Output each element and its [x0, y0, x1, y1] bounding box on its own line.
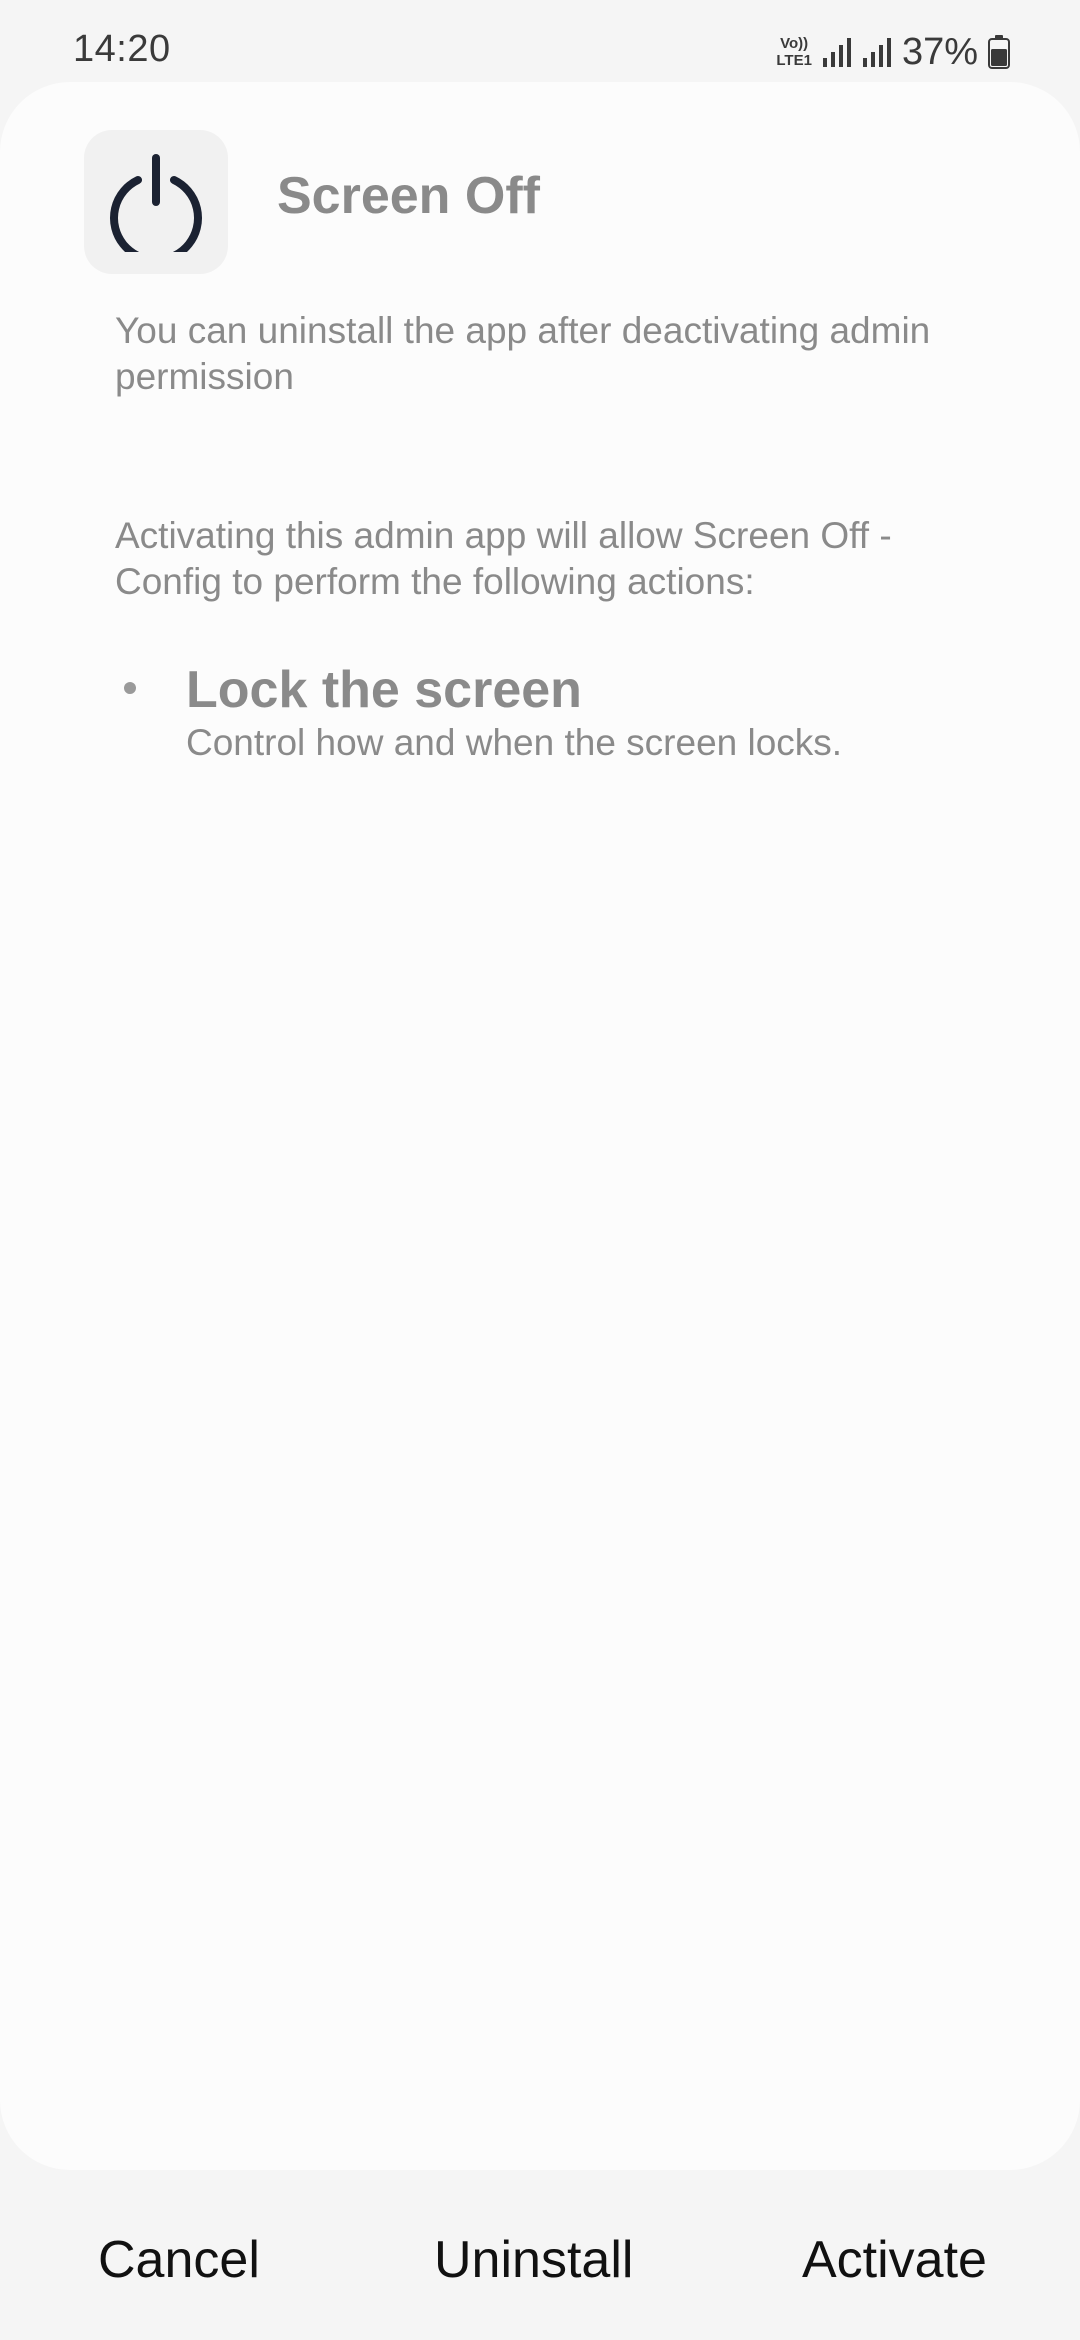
power-icon: [110, 154, 202, 252]
status-time: 14:20: [73, 28, 171, 70]
signal-icon: [822, 36, 852, 68]
status-bar: 14:20 Vo)) LTE1 37%: [0, 0, 1080, 82]
admin-dialog-card: Screen Off You can uninstall the app aft…: [0, 82, 1080, 2170]
app-name: Screen Off: [277, 167, 540, 225]
signal-icon: [862, 36, 892, 68]
permission-title: Lock the screen: [186, 661, 582, 719]
cancel-button[interactable]: Cancel: [98, 2230, 260, 2290]
activation-intro: Activating this admin app will allow Scr…: [115, 515, 892, 602]
battery-percent: 37%: [901, 30, 978, 73]
uninstall-button[interactable]: Uninstall: [434, 2230, 633, 2290]
volte-label-top: Vo)): [780, 35, 809, 52]
volte-label-bottom: LTE1: [776, 52, 812, 69]
permission-description: Control how and when the screen locks.: [186, 722, 843, 763]
bullet-icon: [124, 682, 136, 694]
dialog-button-bar: Cancel Uninstall Activate: [0, 2170, 1080, 2340]
battery-icon: [988, 35, 1010, 69]
app-icon: [84, 130, 228, 274]
status-icons: Vo)) LTE1 37%: [776, 30, 1010, 74]
uninstall-note: You can uninstall the app after deactiva…: [115, 310, 931, 397]
volte-icon: Vo)) LTE1: [776, 36, 812, 68]
activate-button[interactable]: Activate: [802, 2230, 987, 2290]
